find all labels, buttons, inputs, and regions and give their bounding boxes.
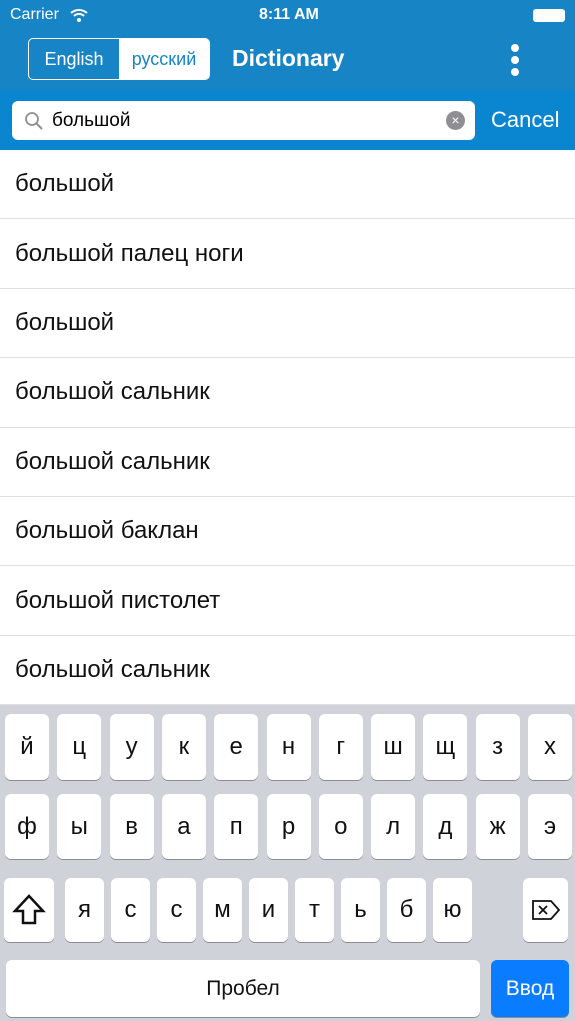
clear-icon[interactable]: × xyxy=(446,111,465,130)
results-list: большой большой палец ноги большой большой … xyxy=(0,150,575,706)
result-item[interactable]: большой пистолет xyxy=(0,566,575,636)
more-options-icon[interactable] xyxy=(505,44,525,76)
key[interactable]: ф xyxy=(5,794,49,859)
search-icon xyxy=(25,112,43,130)
search-bar: × Cancel xyxy=(0,90,575,150)
key[interactable]: ю xyxy=(433,878,472,942)
carrier-label: Carrier xyxy=(10,6,59,23)
key[interactable]: с xyxy=(157,878,196,942)
key[interactable]: г xyxy=(318,714,363,780)
key[interactable]: щ xyxy=(423,714,468,780)
key[interactable]: б xyxy=(387,878,426,942)
page-title: Dictionary xyxy=(232,45,345,71)
battery-icon xyxy=(533,9,565,22)
time-label: 8:11 AM xyxy=(259,6,319,23)
result-item[interactable]: большой xyxy=(0,289,575,359)
result-item[interactable]: большой сальник xyxy=(0,358,575,428)
key[interactable]: п xyxy=(214,794,259,859)
key[interactable]: с xyxy=(111,878,150,942)
key[interactable]: о xyxy=(318,794,363,859)
wifi-icon xyxy=(70,9,88,22)
key[interactable]: ь xyxy=(341,878,380,942)
key[interactable]: р xyxy=(266,794,311,859)
key[interactable]: м xyxy=(203,878,242,942)
segment-english[interactable]: English xyxy=(29,39,119,79)
key[interactable]: й xyxy=(5,714,49,780)
key[interactable]: а xyxy=(161,794,206,859)
result-item[interactable]: большой сальник xyxy=(0,428,575,497)
search-field[interactable]: × xyxy=(12,101,475,140)
shift-key[interactable] xyxy=(4,878,54,942)
key[interactable]: ц xyxy=(57,714,102,780)
key[interactable]: ш xyxy=(371,714,416,780)
key[interactable]: л xyxy=(371,794,416,859)
cancel-button[interactable]: Cancel xyxy=(491,107,559,133)
segment-russian[interactable]: русский xyxy=(119,39,209,79)
result-item[interactable]: большой палец ноги xyxy=(0,219,575,289)
key[interactable]: з xyxy=(475,714,520,780)
key[interactable]: т xyxy=(295,878,334,942)
shift-icon xyxy=(12,894,46,925)
key[interactable]: к xyxy=(161,714,206,780)
key[interactable]: ы xyxy=(57,794,102,859)
space-key[interactable]: Пробел xyxy=(6,960,480,1017)
search-input[interactable] xyxy=(52,101,432,140)
navigation-bar: Carrier 8:11 AM English русский Dictiona… xyxy=(0,0,575,90)
backspace-icon xyxy=(531,900,560,920)
result-item[interactable]: большой баклан xyxy=(0,497,575,567)
key[interactable]: э xyxy=(528,794,572,859)
key[interactable]: у xyxy=(109,714,154,780)
result-item[interactable]: большой сальник xyxy=(0,636,575,706)
key[interactable]: я xyxy=(65,878,104,942)
key[interactable]: е xyxy=(214,714,259,780)
key[interactable]: х xyxy=(528,714,572,780)
key[interactable]: в xyxy=(109,794,154,859)
key[interactable]: н xyxy=(266,714,311,780)
language-segmented-control[interactable]: English русский xyxy=(28,38,210,80)
key[interactable]: и xyxy=(249,878,288,942)
keyboard: й ц у к е н г ш щ з х ф ы в а п р о л д ж э я с с м и т ь б ю Пробел Вво… xyxy=(0,705,575,1021)
backspace-key[interactable] xyxy=(523,878,568,942)
return-key[interactable]: Ввод xyxy=(491,960,569,1017)
result-item[interactable]: большой xyxy=(0,150,575,220)
key[interactable]: ж xyxy=(475,794,520,859)
key[interactable]: д xyxy=(423,794,468,859)
